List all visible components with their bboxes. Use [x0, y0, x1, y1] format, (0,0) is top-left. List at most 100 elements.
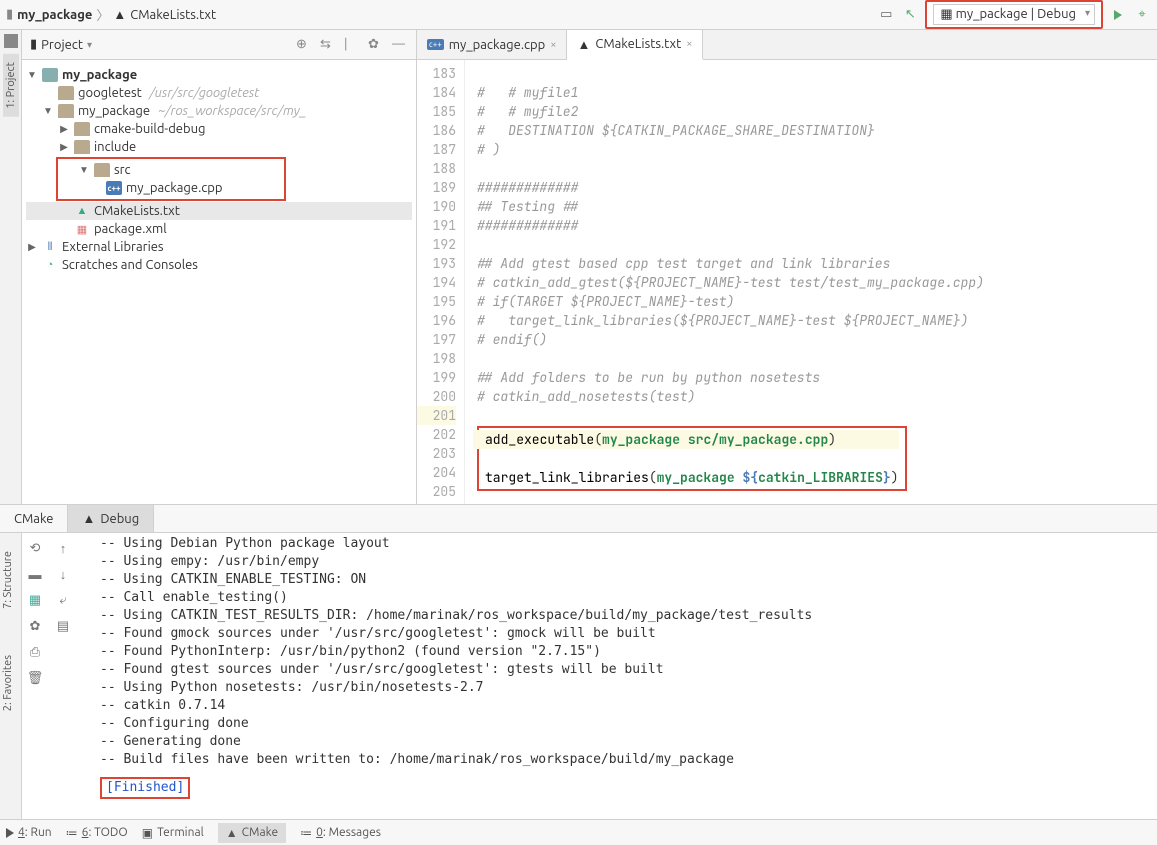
status-todo[interactable]: ≔6: TODO [66, 826, 128, 840]
sidebar-tab-project[interactable]: 1: Project [3, 54, 19, 117]
hide-icon[interactable]: — [392, 37, 408, 53]
console-line: -- Found gmock sources under '/usr/src/g… [100, 625, 1151, 643]
gear-icon[interactable]: ✿ [26, 617, 44, 635]
tree-item-package-xml[interactable]: ▦ package.xml [26, 220, 412, 238]
editor-area: c++ my_package.cpp × ▲ CMakeLists.txt × … [417, 30, 1157, 504]
status-messages[interactable]: ≔0: Messages [300, 826, 381, 840]
expand-arrow-icon[interactable]: ▼ [42, 105, 54, 117]
breadcrumb-separator: 〉 [96, 5, 109, 24]
cmake-console[interactable]: -- Using Debian Python package layout --… [94, 533, 1157, 819]
cmake-icon: ▲ [226, 826, 238, 840]
folder-icon[interactable]: ▦ [26, 591, 44, 609]
finished-status: [Finished] [100, 777, 190, 799]
folder-icon [58, 104, 74, 118]
navigation-bar: ▮ my_package 〉 ▲ CMakeLists.txt ▭ ↖ ▦ my… [0, 0, 1157, 30]
expand-arrow-icon[interactable]: ▼ [26, 69, 38, 81]
run-configuration-highlight: ▦ my_package | Debug [925, 0, 1103, 29]
debug-button[interactable]: ⌖ [1133, 6, 1151, 24]
todo-icon: ≔ [66, 826, 78, 840]
expand-arrow-icon[interactable]: ▶ [26, 241, 38, 253]
console-line: -- Using empy: /usr/bin/empy [100, 553, 1151, 571]
code-editor[interactable]: 1831841851861871881891901911921931941951… [417, 60, 1157, 504]
reload-icon[interactable]: ⟲ [26, 539, 44, 557]
src-highlight-box: ▼ src c++ my_package.cpp [56, 157, 286, 201]
expand-arrow-icon[interactable]: ▶ [58, 141, 70, 153]
scratch-icon: ◔ [42, 258, 58, 272]
target-icon: ▦ [940, 7, 955, 21]
divider-icon[interactable]: ⇆ [320, 37, 336, 53]
folder-icon [58, 86, 74, 100]
tree-item-cmakelists[interactable]: ▲ CMakeLists.txt [26, 202, 412, 220]
tree-external-libraries[interactable]: ▶ ⦀ External Libraries [26, 238, 412, 256]
up-arrow-icon[interactable]: ↑ [54, 539, 72, 557]
tree-item-cpp[interactable]: c++ my_package.cpp [60, 179, 282, 197]
target-icon[interactable]: ⊕ [296, 37, 312, 53]
project-gutter-icon[interactable] [4, 34, 18, 48]
status-terminal[interactable]: ▣Terminal [142, 826, 204, 840]
window-icon[interactable]: ▭ [877, 6, 895, 24]
bottom-tab-debug[interactable]: ▲Debug [68, 505, 154, 532]
expand-arrow-icon[interactable]: ▶ [58, 123, 70, 135]
sidebar-tab-favorites[interactable]: 2: Favorites [0, 647, 16, 719]
tree-item-src[interactable]: ▼ src [60, 161, 282, 179]
folder-icon: ▮ [30, 37, 37, 52]
code-content[interactable]: # # myfile1 # # myfile2 # DESTINATION ${… [465, 60, 1157, 504]
print-icon[interactable]: ⎙ [26, 643, 44, 661]
left-tool-gutter-bottom: 7: Structure 2: Favorites [0, 533, 22, 819]
gear-icon[interactable]: ✿ [368, 37, 384, 53]
bottom-panel-body: 7: Structure 2: Favorites ⟲↑ ▬↓ ▦⤶ ✿▤ ⎙ … [0, 533, 1157, 819]
project-panel: ▮ Project ▾ ⊕ ⇆ | ✿ — ▼ my_package googl… [22, 30, 417, 504]
status-run[interactable]: 4: Run [6, 826, 52, 839]
expand-arrow-icon[interactable]: ▼ [78, 164, 90, 176]
main-area: 1: Project ▮ Project ▾ ⊕ ⇆ | ✿ — ▼ my_pa… [0, 30, 1157, 504]
play-icon [6, 828, 14, 838]
console-line: -- Configuring done [100, 715, 1151, 733]
status-bar: 4: Run ≔6: TODO ▣Terminal ▲CMake ≔0: Mes… [0, 819, 1157, 845]
close-icon[interactable]: × [686, 38, 692, 50]
tree-item-googletest[interactable]: googletest /usr/src/googletest [26, 84, 412, 102]
hammer-icon[interactable]: ↖ [901, 6, 919, 24]
tree-root[interactable]: ▼ my_package [26, 66, 412, 84]
down-arrow-icon[interactable]: ↓ [54, 565, 72, 583]
editor-tab-cmake[interactable]: ▲ CMakeLists.txt × [567, 30, 703, 60]
wrap-icon[interactable]: ⤶ [54, 591, 72, 609]
trash-icon[interactable]: 🗑 [26, 669, 44, 687]
line-number-gutter: 1831841851861871881891901911921931941951… [417, 60, 465, 504]
console-line: -- Found PythonInterp: /usr/bin/python2 … [100, 643, 1151, 661]
cmake-file-icon: ▲ [113, 7, 126, 22]
module-icon [42, 68, 58, 82]
bottom-tool-panel: CMake ▲Debug 7: Structure 2: Favorites ⟲… [0, 504, 1157, 819]
status-cmake[interactable]: ▲CMake [218, 823, 286, 843]
cmake-icon: ▲ [82, 511, 95, 526]
run-configuration-selector[interactable]: ▦ my_package | Debug [933, 4, 1095, 25]
editor-tabs: c++ my_package.cpp × ▲ CMakeLists.txt × [417, 30, 1157, 60]
editor-tab-cpp[interactable]: c++ my_package.cpp × [417, 30, 567, 59]
tree-item-package[interactable]: ▼ my_package ~/ros_workspace/src/my_ [26, 102, 412, 120]
breadcrumb-root[interactable]: my_package [17, 8, 92, 22]
console-line: -- Using Python nosetests: /usr/bin/nose… [100, 679, 1151, 697]
tree-scratches[interactable]: ◔ Scratches and Consoles [26, 256, 412, 274]
project-panel-title[interactable]: ▮ Project ▾ [30, 37, 92, 52]
console-line: -- Build files have been written to: /ho… [100, 751, 1151, 769]
project-panel-header: ▮ Project ▾ ⊕ ⇆ | ✿ — [22, 30, 416, 60]
close-icon[interactable]: × [550, 39, 556, 51]
console-line: -- Using Debian Python package layout [100, 535, 1151, 553]
bottom-tab-cmake[interactable]: CMake [0, 505, 68, 532]
breadcrumb[interactable]: ▮ my_package 〉 ▲ CMakeLists.txt [6, 5, 216, 24]
tree-item-cmake-build[interactable]: ▶ cmake-build-debug [26, 120, 412, 138]
console-line: -- catkin 0.7.14 [100, 697, 1151, 715]
breadcrumb-file[interactable]: CMakeLists.txt [130, 8, 216, 22]
run-button[interactable] [1109, 6, 1127, 24]
stop-icon[interactable]: ▬ [26, 565, 44, 583]
toolbar-right: ▭ ↖ ▦ my_package | Debug ⌖ [877, 0, 1151, 29]
sidebar-tab-structure[interactable]: 7: Structure [0, 543, 16, 617]
filter-icon[interactable]: ▤ [54, 617, 72, 635]
terminal-icon: ▣ [142, 826, 153, 840]
cpp-file-icon: c++ [427, 39, 444, 50]
project-tree[interactable]: ▼ my_package googletest /usr/src/googlet… [22, 60, 416, 504]
cpp-file-icon: c++ [106, 181, 122, 195]
code-highlight-box: add_executable(my_package src/my_package… [477, 426, 907, 491]
console-line: -- Generating done [100, 733, 1151, 751]
run-config-label: my_package | Debug [956, 7, 1076, 21]
tree-item-include[interactable]: ▶ include [26, 138, 412, 156]
